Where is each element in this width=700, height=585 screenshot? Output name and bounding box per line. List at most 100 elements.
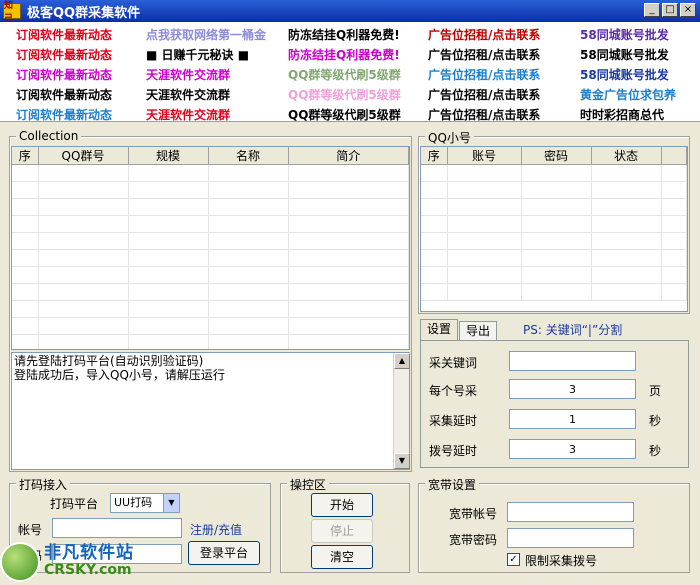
- broadband-group: 宽带设置 宽带帐号 宽带密码 ✓ 限制采集拨号: [418, 476, 690, 573]
- col-password[interactable]: 密码: [521, 147, 592, 165]
- table-row[interactable]: [12, 232, 409, 250]
- collect-delay-input[interactable]: [509, 409, 636, 429]
- col-index[interactable]: 序: [421, 147, 448, 165]
- ad-link[interactable]: QQ群等级代刷5级群: [288, 106, 401, 123]
- table-row[interactable]: [12, 181, 409, 199]
- tab-export[interactable]: 导出: [459, 321, 498, 341]
- collection-title: Collection: [16, 129, 82, 143]
- control-title: 操控区: [287, 476, 330, 493]
- table-row[interactable]: [12, 283, 409, 301]
- table-row[interactable]: [12, 249, 409, 267]
- ad-link[interactable]: 天涯软件交流群: [146, 86, 230, 103]
- log-scrollbar[interactable]: ▲ ▼: [393, 353, 410, 469]
- per-account-unit: 页: [649, 384, 662, 398]
- table-row[interactable]: [421, 198, 687, 216]
- col-intro[interactable]: 简介: [288, 147, 409, 165]
- scroll-up-icon[interactable]: ▲: [394, 353, 410, 369]
- collect-delay-label: 采集延时: [429, 414, 478, 428]
- account-label: 帐号: [18, 523, 43, 537]
- limit-dial-label: 限制采集拨号: [525, 554, 598, 568]
- keyword-hint: PS: 关键词“|”分割: [523, 323, 623, 337]
- table-row[interactable]: [421, 249, 687, 267]
- ad-link[interactable]: 天涯软件交流群: [146, 106, 230, 123]
- ad-link[interactable]: 订阅软件最新动态: [16, 46, 112, 63]
- table-row[interactable]: [421, 283, 687, 301]
- captcha-account-input[interactable]: [52, 518, 182, 538]
- login-platform-button[interactable]: 登录平台: [188, 541, 260, 565]
- table-row[interactable]: [421, 232, 687, 250]
- collect-delay-unit: 秒: [649, 414, 662, 428]
- col-name[interactable]: 名称: [208, 147, 289, 165]
- col-qq-group[interactable]: QQ群号: [38, 147, 129, 165]
- ad-link[interactable]: 防冻结挂Q利器免费!: [288, 46, 400, 63]
- per-account-input[interactable]: [509, 379, 636, 399]
- maximize-button[interactable]: □: [662, 3, 678, 17]
- register-link[interactable]: 注册/充值: [190, 521, 242, 538]
- close-button[interactable]: ×: [680, 3, 696, 17]
- qq-accounts-title: QQ小号: [425, 129, 474, 146]
- minimize-button[interactable]: _: [644, 3, 660, 17]
- col-index[interactable]: 序: [12, 147, 39, 165]
- ad-link[interactable]: QQ群等级代刷5级群: [288, 66, 401, 83]
- stop-button[interactable]: 停止: [311, 519, 373, 543]
- start-button[interactable]: 开始: [311, 493, 373, 517]
- ad-link[interactable]: 订阅软件最新动态: [16, 26, 112, 43]
- watermark-logo-icon: [0, 541, 40, 582]
- ad-link[interactable]: 时时彩招商总代: [580, 106, 664, 123]
- limit-dial-checkbox[interactable]: ✓: [507, 553, 520, 566]
- ad-link[interactable]: 广告位招租/点击联系: [428, 86, 540, 103]
- scroll-down-icon[interactable]: ▼: [394, 453, 410, 469]
- table-row[interactable]: [12, 300, 409, 318]
- ad-link[interactable]: 广告位招租/点击联系: [428, 46, 540, 63]
- dial-delay-input[interactable]: [509, 439, 636, 459]
- ad-link[interactable]: 广告位招租/点击联系: [428, 26, 540, 43]
- col-status[interactable]: 状态: [591, 147, 662, 165]
- broadband-password-input[interactable]: [507, 528, 634, 548]
- chevron-down-icon[interactable]: ▼: [163, 494, 179, 512]
- keyword-label: 采关键词: [429, 356, 478, 370]
- dial-delay-label: 拨号延时: [429, 444, 478, 458]
- ad-link[interactable]: 黄金广告位求包养: [580, 86, 676, 103]
- broadband-account-input[interactable]: [507, 502, 634, 522]
- ad-link[interactable]: 点我获取网络第一桶金: [146, 26, 266, 43]
- col-account[interactable]: 账号: [447, 147, 522, 165]
- table-row[interactable]: [12, 164, 409, 182]
- col-scale[interactable]: 规模: [128, 147, 209, 165]
- ad-link[interactable]: 58同城账号批发: [580, 66, 669, 83]
- ad-link[interactable]: 58同城账号批发: [580, 46, 669, 63]
- ad-link[interactable]: 广告位招租/点击联系: [428, 66, 540, 83]
- table-row[interactable]: [12, 198, 409, 216]
- log-textarea[interactable]: 请先登陆打码平台(自动识别验证码) 登陆成功后，导入QQ小号，请解压运行 ▲ ▼: [11, 352, 410, 470]
- ad-link[interactable]: 订阅软件最新动态: [16, 106, 112, 123]
- table-row[interactable]: [12, 215, 409, 233]
- table-row[interactable]: [12, 334, 409, 349]
- ad-link[interactable]: 订阅软件最新动态: [16, 86, 112, 103]
- qq-accounts-table[interactable]: 序 账号 密码 状态: [420, 146, 688, 312]
- table-row[interactable]: [421, 164, 687, 182]
- captcha-title: 打码接入: [16, 476, 71, 493]
- platform-select[interactable]: UU打码 ▼: [110, 493, 180, 513]
- platform-label: 打码平台: [50, 497, 99, 511]
- clear-button[interactable]: 清空: [311, 545, 373, 569]
- tab-settings[interactable]: 设置: [420, 319, 459, 341]
- keyword-input[interactable]: [509, 351, 636, 371]
- ad-link[interactable]: 防冻结挂Q利器免费!: [288, 26, 400, 43]
- table-row[interactable]: [12, 266, 409, 284]
- ad-link[interactable]: ■ 日赚千元秘诀 ■: [146, 46, 249, 63]
- table-row[interactable]: [12, 317, 409, 335]
- settings-panel: 采关键词 每个号采 页 采集延时 秒 拨号延时 秒: [420, 340, 689, 468]
- table-row[interactable]: [421, 266, 687, 284]
- per-account-label: 每个号采: [429, 384, 478, 398]
- site-watermark: 非凡软件站 CRSKY.com: [0, 538, 162, 585]
- ad-panel: 订阅软件最新动态 点我获取网络第一桶金 防冻结挂Q利器免费! 广告位招租/点击联系 58…: [0, 22, 700, 122]
- ad-link[interactable]: 天涯软件交流群: [146, 66, 230, 83]
- ad-link[interactable]: 订阅软件最新动态: [16, 66, 112, 83]
- table-row[interactable]: [421, 181, 687, 199]
- title-bar: 知己 极客QQ群采集软件 _ □ ×: [0, 0, 700, 24]
- table-row[interactable]: [421, 215, 687, 233]
- settings-tabs: 设置 导出: [420, 319, 498, 341]
- ad-link[interactable]: 58同城账号批发: [580, 26, 669, 43]
- collection-table[interactable]: 序 QQ群号 规模 名称 简介: [11, 146, 410, 350]
- ad-link[interactable]: 广告位招租/点击联系: [428, 106, 540, 123]
- ad-link[interactable]: QQ群等级代刷5级群: [288, 86, 401, 103]
